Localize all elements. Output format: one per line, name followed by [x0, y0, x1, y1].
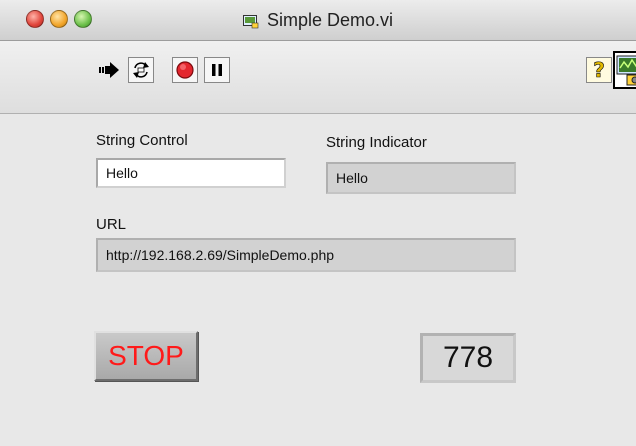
abort-icon — [176, 61, 194, 79]
stop-button-label: STOP — [108, 340, 184, 371]
string-control-value: Hello — [106, 165, 138, 181]
help-icon: ? — [593, 58, 605, 83]
numeric-indicator-value: 778 — [442, 341, 494, 374]
string-control-input[interactable]: Hello — [96, 158, 286, 188]
run-button[interactable] — [96, 57, 122, 83]
pause-icon — [212, 64, 222, 76]
run-arrow-icon — [99, 62, 119, 78]
url-value: http://192.168.2.69/SimpleDemo.php — [106, 247, 335, 263]
vi-connector-icon — [616, 55, 636, 86]
string-indicator-value: Hello — [336, 170, 368, 186]
url-label: URL — [96, 216, 127, 233]
string-indicator-display: Hello — [326, 162, 516, 194]
window-title-container: Simple Demo.vi — [0, 0, 636, 40]
window-title: Simple Demo.vi — [266, 9, 394, 30]
abort-execution-button[interactable] — [172, 57, 198, 83]
title-bar[interactable]: Simple Demo.vi — [0, 0, 636, 41]
stop-button[interactable]: STOP — [94, 331, 198, 381]
run-continuously-button[interactable] — [128, 57, 154, 83]
pause-button[interactable] — [204, 57, 230, 83]
run-continuously-icon — [133, 62, 149, 78]
string-indicator-label: String Indicator — [326, 134, 427, 151]
vi-file-icon — [242, 13, 259, 29]
string-control-label: String Control — [96, 132, 188, 149]
vi-icon-connector-pane[interactable] — [613, 51, 636, 89]
numeric-indicator: 778 — [420, 333, 516, 383]
url-display: http://192.168.2.69/SimpleDemo.php — [96, 238, 516, 272]
context-help-button[interactable]: ? — [586, 57, 612, 83]
labview-vi-window: Simple Demo.vi ? String Control Hello St… — [0, 0, 636, 446]
vi-toolbar: ? — [0, 41, 636, 114]
